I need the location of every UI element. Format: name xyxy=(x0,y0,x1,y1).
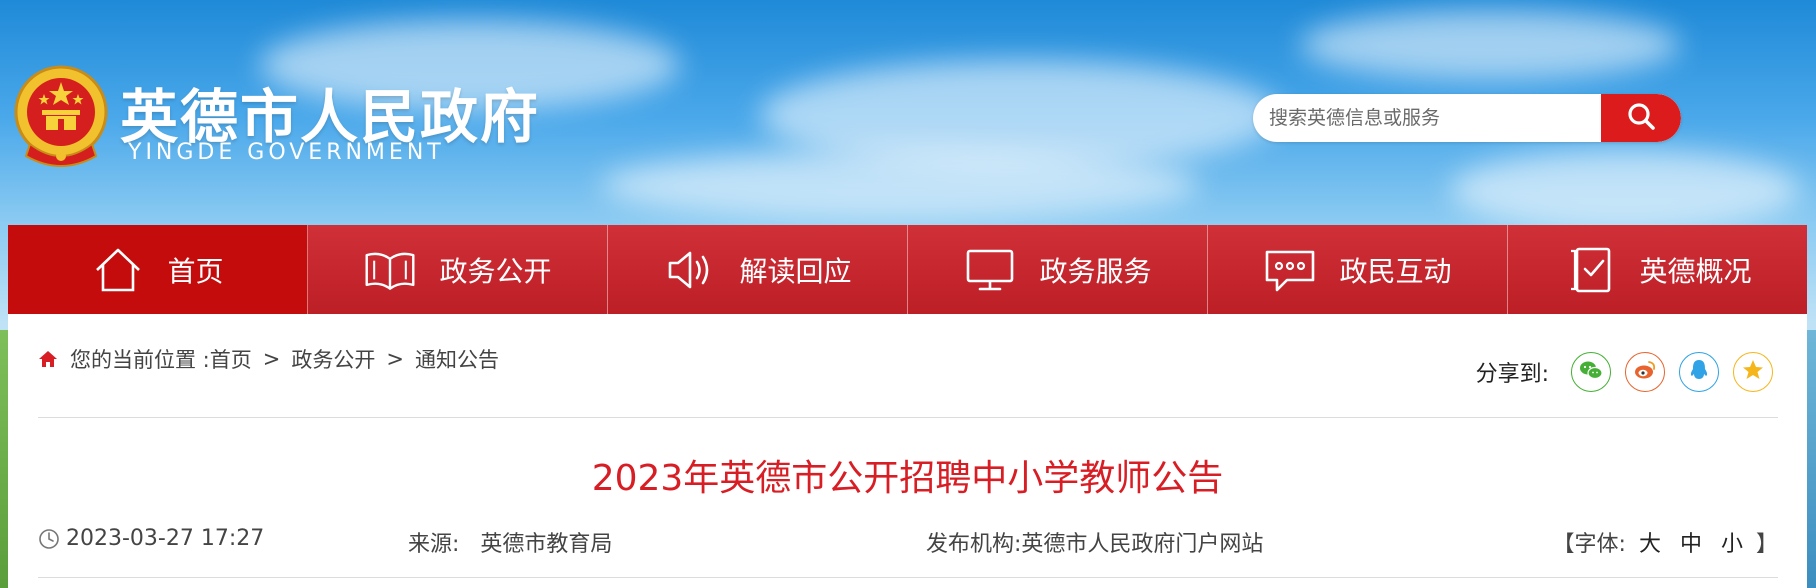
home-icon xyxy=(91,245,145,295)
share-qq-button[interactable] xyxy=(1679,352,1719,392)
national-emblem-logo[interactable] xyxy=(12,64,110,172)
wechat-icon xyxy=(1579,359,1603,385)
breadcrumb-separator: > xyxy=(262,347,281,371)
book-icon xyxy=(363,245,417,295)
nav-item-home[interactable]: 首页 xyxy=(8,225,308,314)
share-qzone-button[interactable] xyxy=(1733,352,1773,392)
share-weibo-button[interactable] xyxy=(1625,352,1665,392)
nav-label: 英德概况 xyxy=(1639,254,1752,288)
search-bar xyxy=(1253,94,1681,142)
publisher-value: 英德市人民政府门户网站 xyxy=(1021,532,1264,557)
search-input[interactable] xyxy=(1253,94,1609,142)
nav-item-government-affairs[interactable]: 政务公开 xyxy=(308,225,608,314)
weibo-icon xyxy=(1633,359,1657,385)
font-size-small-button[interactable]: 小 xyxy=(1721,532,1743,557)
nav-label: 政务服务 xyxy=(1039,254,1152,288)
divider xyxy=(38,417,1778,418)
publisher: 发布机构:英德市人民政府门户网站 xyxy=(926,526,1263,558)
checklist-icon xyxy=(1563,245,1617,295)
nav-item-interpretation[interactable]: 解读回应 xyxy=(608,225,908,314)
nav-label: 首页 xyxy=(167,254,224,288)
article-meta: 2023-03-27 17:27 来源: 英德市教育局 发布机构:英德市人民政府… xyxy=(38,526,1778,558)
site-header: 英德市人民政府 YINGDE GOVERNMENT xyxy=(0,0,1816,225)
content-panel: 您的当前位置 : 首页 > 政务公开 > 通知公告 分享到: 2023年英德市公… xyxy=(8,314,1807,588)
publish-date-value: 2023-03-27 17:27 xyxy=(66,526,265,551)
breadcrumb-notices[interactable]: 通知公告 xyxy=(415,344,499,374)
divider xyxy=(38,577,1778,578)
nav-item-interaction[interactable]: 政民互动 xyxy=(1208,225,1508,314)
source-label: 来源: xyxy=(408,532,460,557)
nav-item-overview[interactable]: 英德概况 xyxy=(1508,225,1807,314)
breadcrumb-prefix: 您的当前位置 : xyxy=(70,348,210,372)
speaker-icon xyxy=(663,245,717,295)
qq-icon xyxy=(1688,358,1710,386)
font-size-label: 【字体: xyxy=(1552,532,1626,557)
share-bar: 分享到: xyxy=(1476,352,1773,392)
article-title: 2023年英德市公开招聘中小学教师公告 xyxy=(591,458,1224,499)
nav-label: 政民互动 xyxy=(1339,254,1452,288)
nav-label: 政务公开 xyxy=(439,254,552,288)
share-label: 分享到: xyxy=(1475,362,1549,387)
nav-label: 解读回应 xyxy=(739,254,852,288)
publish-date: 2023-03-27 17:27 xyxy=(38,526,264,551)
font-size-medium-button[interactable]: 中 xyxy=(1680,532,1702,557)
main-nav: 首页 政务公开 解读回应 政务服务 政民互动 英德概况 xyxy=(8,225,1807,314)
publisher-label: 发布机构: xyxy=(926,532,1022,557)
clock-icon xyxy=(38,528,60,550)
chat-icon xyxy=(1263,245,1317,295)
qzone-icon xyxy=(1741,358,1765,386)
home-icon xyxy=(38,349,58,369)
breadcrumb: 您的当前位置 : 首页 > 政务公开 > 通知公告 xyxy=(38,344,499,374)
source: 来源: 英德市教育局 xyxy=(408,526,612,558)
site-subtitle: YINGDE GOVERNMENT xyxy=(128,140,445,165)
breadcrumb-separator: > xyxy=(386,347,404,371)
font-size-large-button[interactable]: 大 xyxy=(1639,532,1661,557)
source-value: 英德市教育局 xyxy=(480,532,613,557)
share-wechat-button[interactable] xyxy=(1571,352,1611,392)
breadcrumb-government-affairs[interactable]: 政务公开 xyxy=(291,344,375,374)
search-icon xyxy=(1626,101,1656,135)
monitor-icon xyxy=(963,245,1017,295)
font-size-close: 】 xyxy=(1755,532,1778,557)
breadcrumb-home[interactable]: 首页 xyxy=(210,344,252,374)
search-button[interactable] xyxy=(1601,94,1681,142)
font-size-controls: 【字体: 大 中 小 】 xyxy=(1553,526,1778,558)
nav-item-services[interactable]: 政务服务 xyxy=(908,225,1208,314)
